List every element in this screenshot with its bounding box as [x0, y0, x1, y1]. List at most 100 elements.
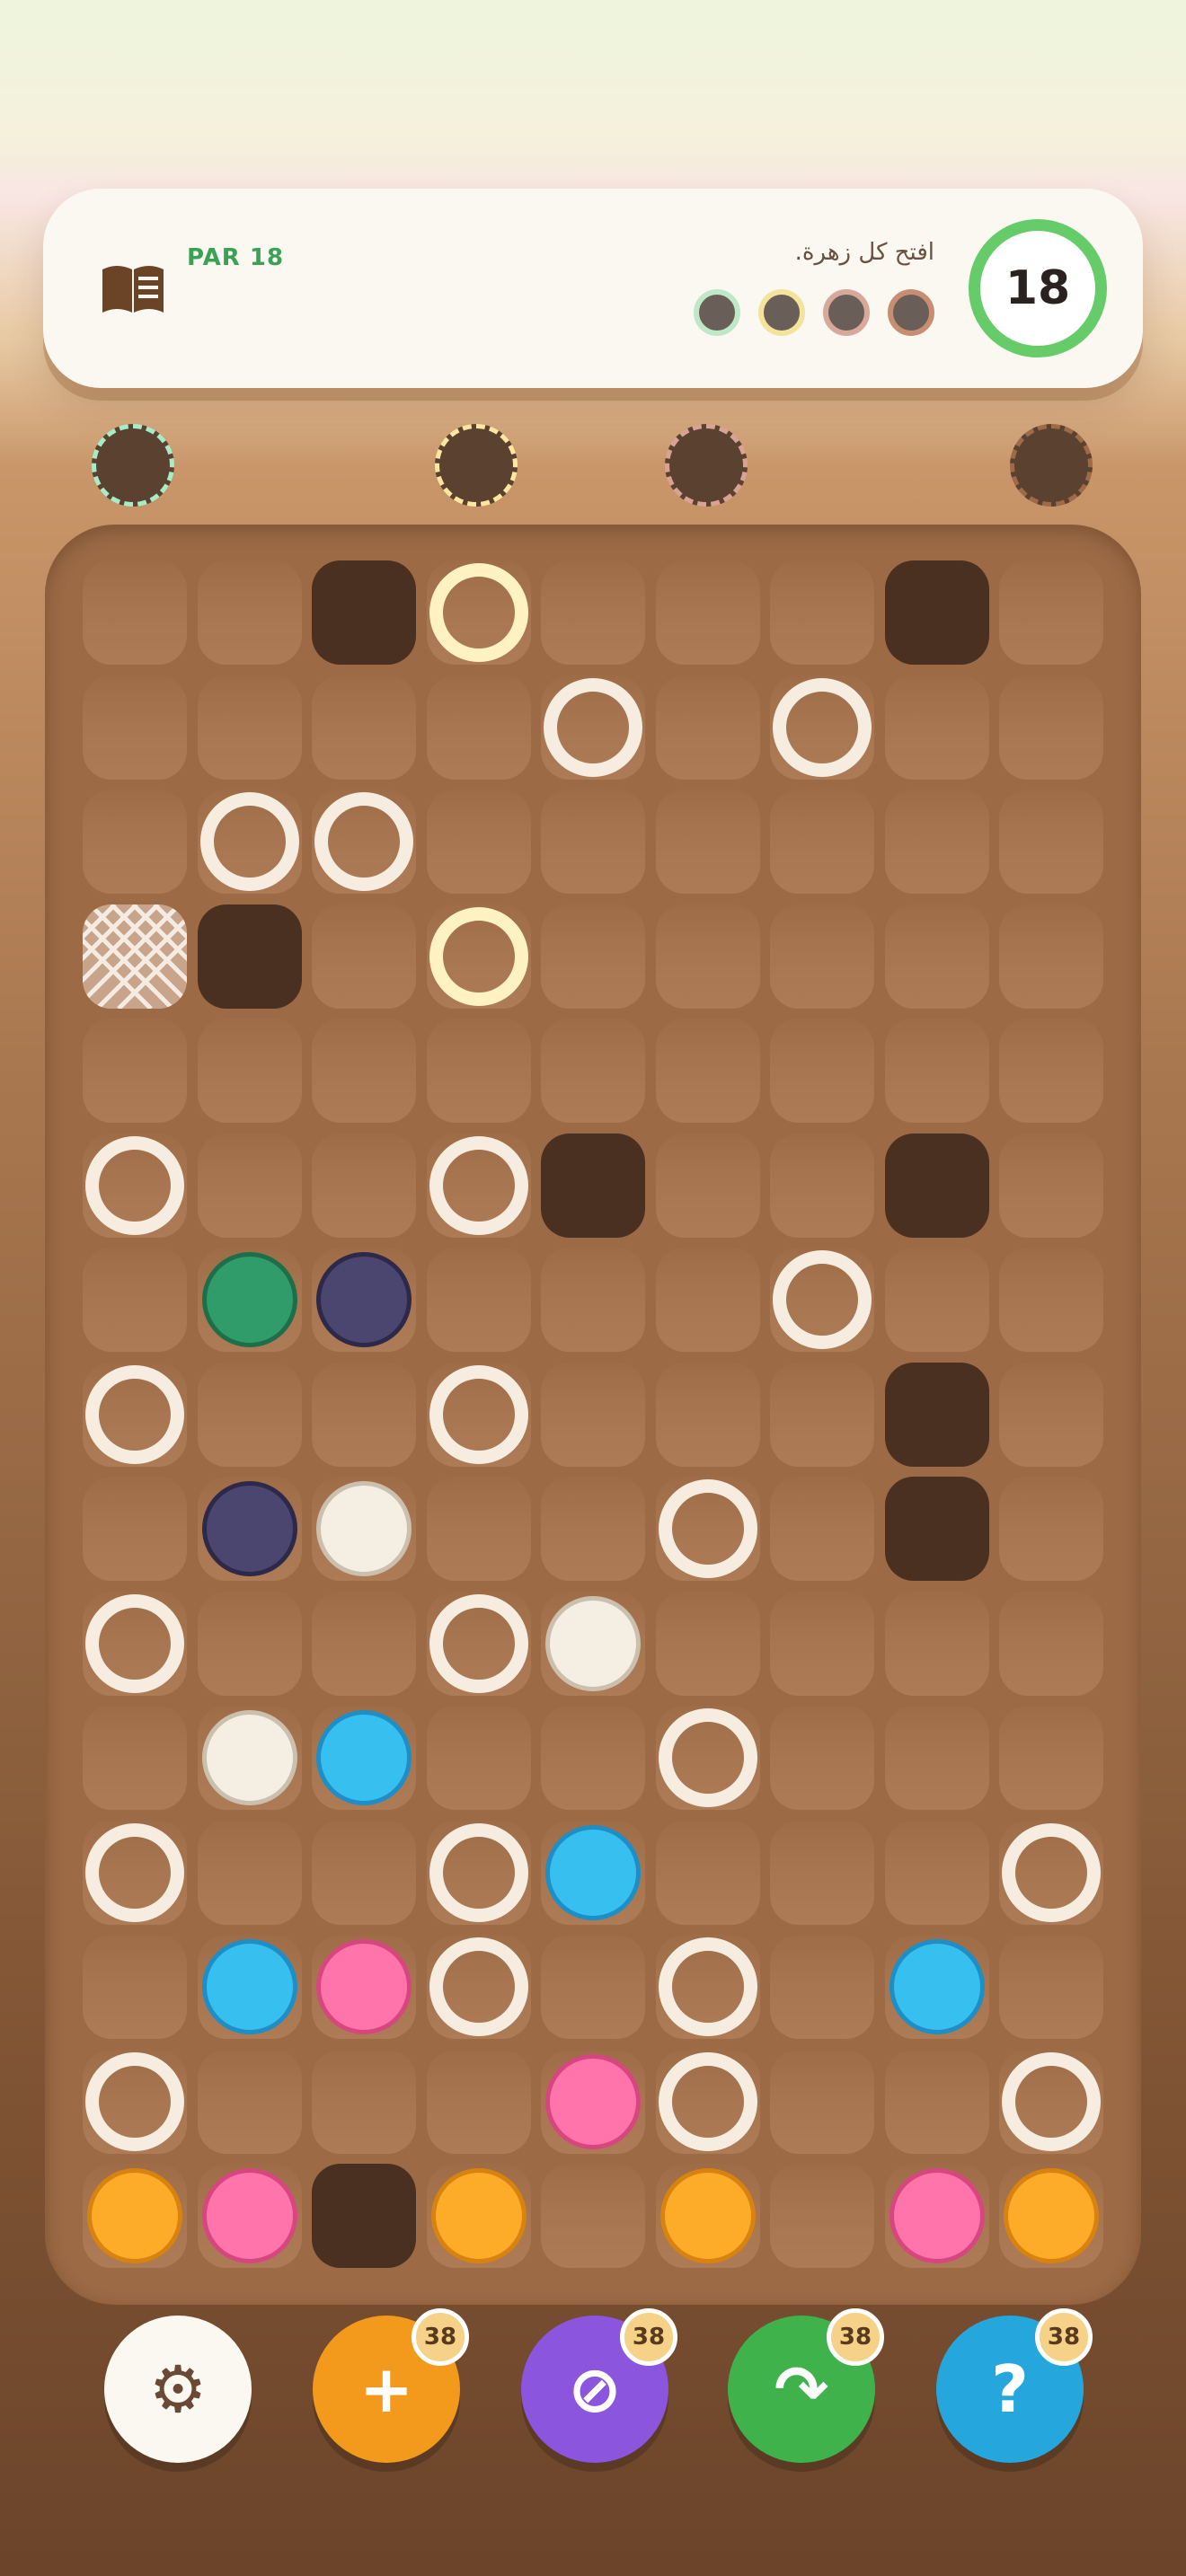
blue-flower[interactable] — [889, 1939, 985, 2034]
board-cell[interactable] — [197, 1820, 302, 1925]
board-cell[interactable] — [999, 1477, 1103, 1581]
board-cell[interactable] — [999, 790, 1103, 894]
white-ring[interactable] — [429, 1364, 528, 1464]
ring-cell[interactable] — [83, 2049, 187, 2154]
orange-flower[interactable] — [430, 2168, 527, 2263]
empty-hole[interactable] — [541, 1133, 645, 1238]
settings-button[interactable]: ⚙ — [104, 2316, 252, 2463]
board-cell[interactable] — [884, 2049, 989, 2154]
board-cell[interactable] — [83, 675, 187, 780]
board-cell[interactable] — [541, 790, 645, 894]
board-cell[interactable] — [655, 1591, 760, 1696]
flower-cell[interactable] — [541, 1820, 645, 1925]
flower-cell[interactable] — [655, 2164, 760, 2268]
ring-cell[interactable] — [541, 675, 645, 780]
board-cell[interactable] — [770, 1133, 874, 1238]
board-cell[interactable] — [83, 1477, 187, 1581]
white-ring[interactable] — [85, 1135, 184, 1235]
board-cell[interactable] — [655, 904, 760, 1009]
hint-button[interactable]: ? 38 — [936, 2308, 1093, 2463]
board-cell[interactable] — [999, 675, 1103, 780]
board-cell[interactable] — [83, 560, 187, 665]
board-cell[interactable] — [541, 560, 645, 665]
skip-button[interactable]: ↷ 38 — [728, 2308, 884, 2463]
navy-flower[interactable] — [316, 1252, 412, 1347]
yellow-ring[interactable] — [429, 906, 528, 1006]
board-cell[interactable] — [541, 1019, 645, 1123]
board-cell[interactable] — [884, 1591, 989, 1696]
navy-flower[interactable] — [201, 1481, 297, 1576]
flower-cell[interactable] — [312, 1477, 416, 1581]
board-cell[interactable] — [426, 1019, 531, 1123]
white-ring[interactable] — [658, 2051, 757, 2151]
blue-flower[interactable] — [201, 1939, 297, 2034]
board-cell[interactable] — [999, 560, 1103, 665]
ring-cell[interactable] — [426, 1362, 531, 1467]
board-cell[interactable] — [770, 790, 874, 894]
ring-cell[interactable] — [770, 1248, 874, 1352]
board-cell[interactable] — [655, 1248, 760, 1352]
board-cell[interactable] — [770, 1706, 874, 1810]
board-cell[interactable] — [541, 1477, 645, 1581]
board-cell[interactable] — [999, 1362, 1103, 1467]
board-cell[interactable] — [312, 1362, 416, 1467]
board-cell[interactable] — [884, 1248, 989, 1352]
empty-hole[interactable] — [884, 1362, 989, 1467]
board-cell[interactable] — [884, 1706, 989, 1810]
board-cell[interactable] — [884, 1019, 989, 1123]
white-ring[interactable] — [429, 1822, 528, 1922]
board-cell[interactable] — [541, 1706, 645, 1810]
board-cell[interactable] — [197, 1362, 302, 1467]
board-cell[interactable] — [426, 1248, 531, 1352]
board-cell[interactable] — [197, 1019, 302, 1123]
ring-cell[interactable] — [426, 1591, 531, 1696]
ring-cell[interactable] — [83, 1133, 187, 1238]
board-cell[interactable] — [83, 790, 187, 894]
board-cell[interactable] — [426, 2049, 531, 2154]
ring-cell[interactable] — [655, 1935, 760, 2039]
board-cell[interactable] — [884, 675, 989, 780]
board-cell[interactable] — [770, 2164, 874, 2268]
board-cell[interactable] — [770, 560, 874, 665]
board-cell[interactable] — [770, 1820, 874, 1925]
empty-hole[interactable] — [884, 560, 989, 665]
white-ring[interactable] — [85, 1822, 184, 1922]
flower-cell[interactable] — [197, 1477, 302, 1581]
board-cell[interactable] — [655, 1133, 760, 1238]
white-flower[interactable] — [316, 1481, 412, 1576]
white-flower[interactable] — [545, 1595, 641, 1691]
ring-cell[interactable] — [426, 904, 531, 1009]
board-cell[interactable] — [426, 675, 531, 780]
empty-hole[interactable] — [884, 1133, 989, 1238]
white-ring[interactable] — [658, 1708, 757, 1807]
white-ring[interactable] — [429, 1937, 528, 2036]
board-cell[interactable] — [884, 1820, 989, 1925]
board-cell[interactable] — [197, 560, 302, 665]
pink-flower[interactable] — [201, 2168, 297, 2263]
board-cell[interactable] — [197, 1133, 302, 1238]
board-cell[interactable] — [312, 1133, 416, 1238]
flower-cell[interactable] — [426, 2164, 531, 2268]
white-ring[interactable] — [1002, 1822, 1101, 1922]
board-cell[interactable] — [541, 1362, 645, 1467]
flower-cell[interactable] — [197, 1706, 302, 1810]
board-cell[interactable] — [426, 790, 531, 894]
ring-cell[interactable] — [770, 675, 874, 780]
blue-flower[interactable] — [545, 1824, 641, 1920]
board-cell[interactable] — [83, 1935, 187, 2039]
white-ring[interactable] — [658, 1937, 757, 2036]
board-cell[interactable] — [770, 1477, 874, 1581]
pink-flower[interactable] — [889, 2168, 985, 2263]
white-ring[interactable] — [314, 792, 413, 891]
board-cell[interactable] — [312, 2049, 416, 2154]
board-cell[interactable] — [999, 1248, 1103, 1352]
board-cell[interactable] — [312, 1820, 416, 1925]
board-cell[interactable] — [426, 1477, 531, 1581]
flower-cell[interactable] — [884, 1935, 989, 2039]
white-ring[interactable] — [85, 1593, 184, 1693]
pink-flower[interactable] — [545, 2053, 641, 2149]
white-ring[interactable] — [544, 677, 642, 777]
ring-cell[interactable] — [426, 1133, 531, 1238]
empty-hole[interactable] — [884, 1477, 989, 1581]
board-cell[interactable] — [655, 1019, 760, 1123]
